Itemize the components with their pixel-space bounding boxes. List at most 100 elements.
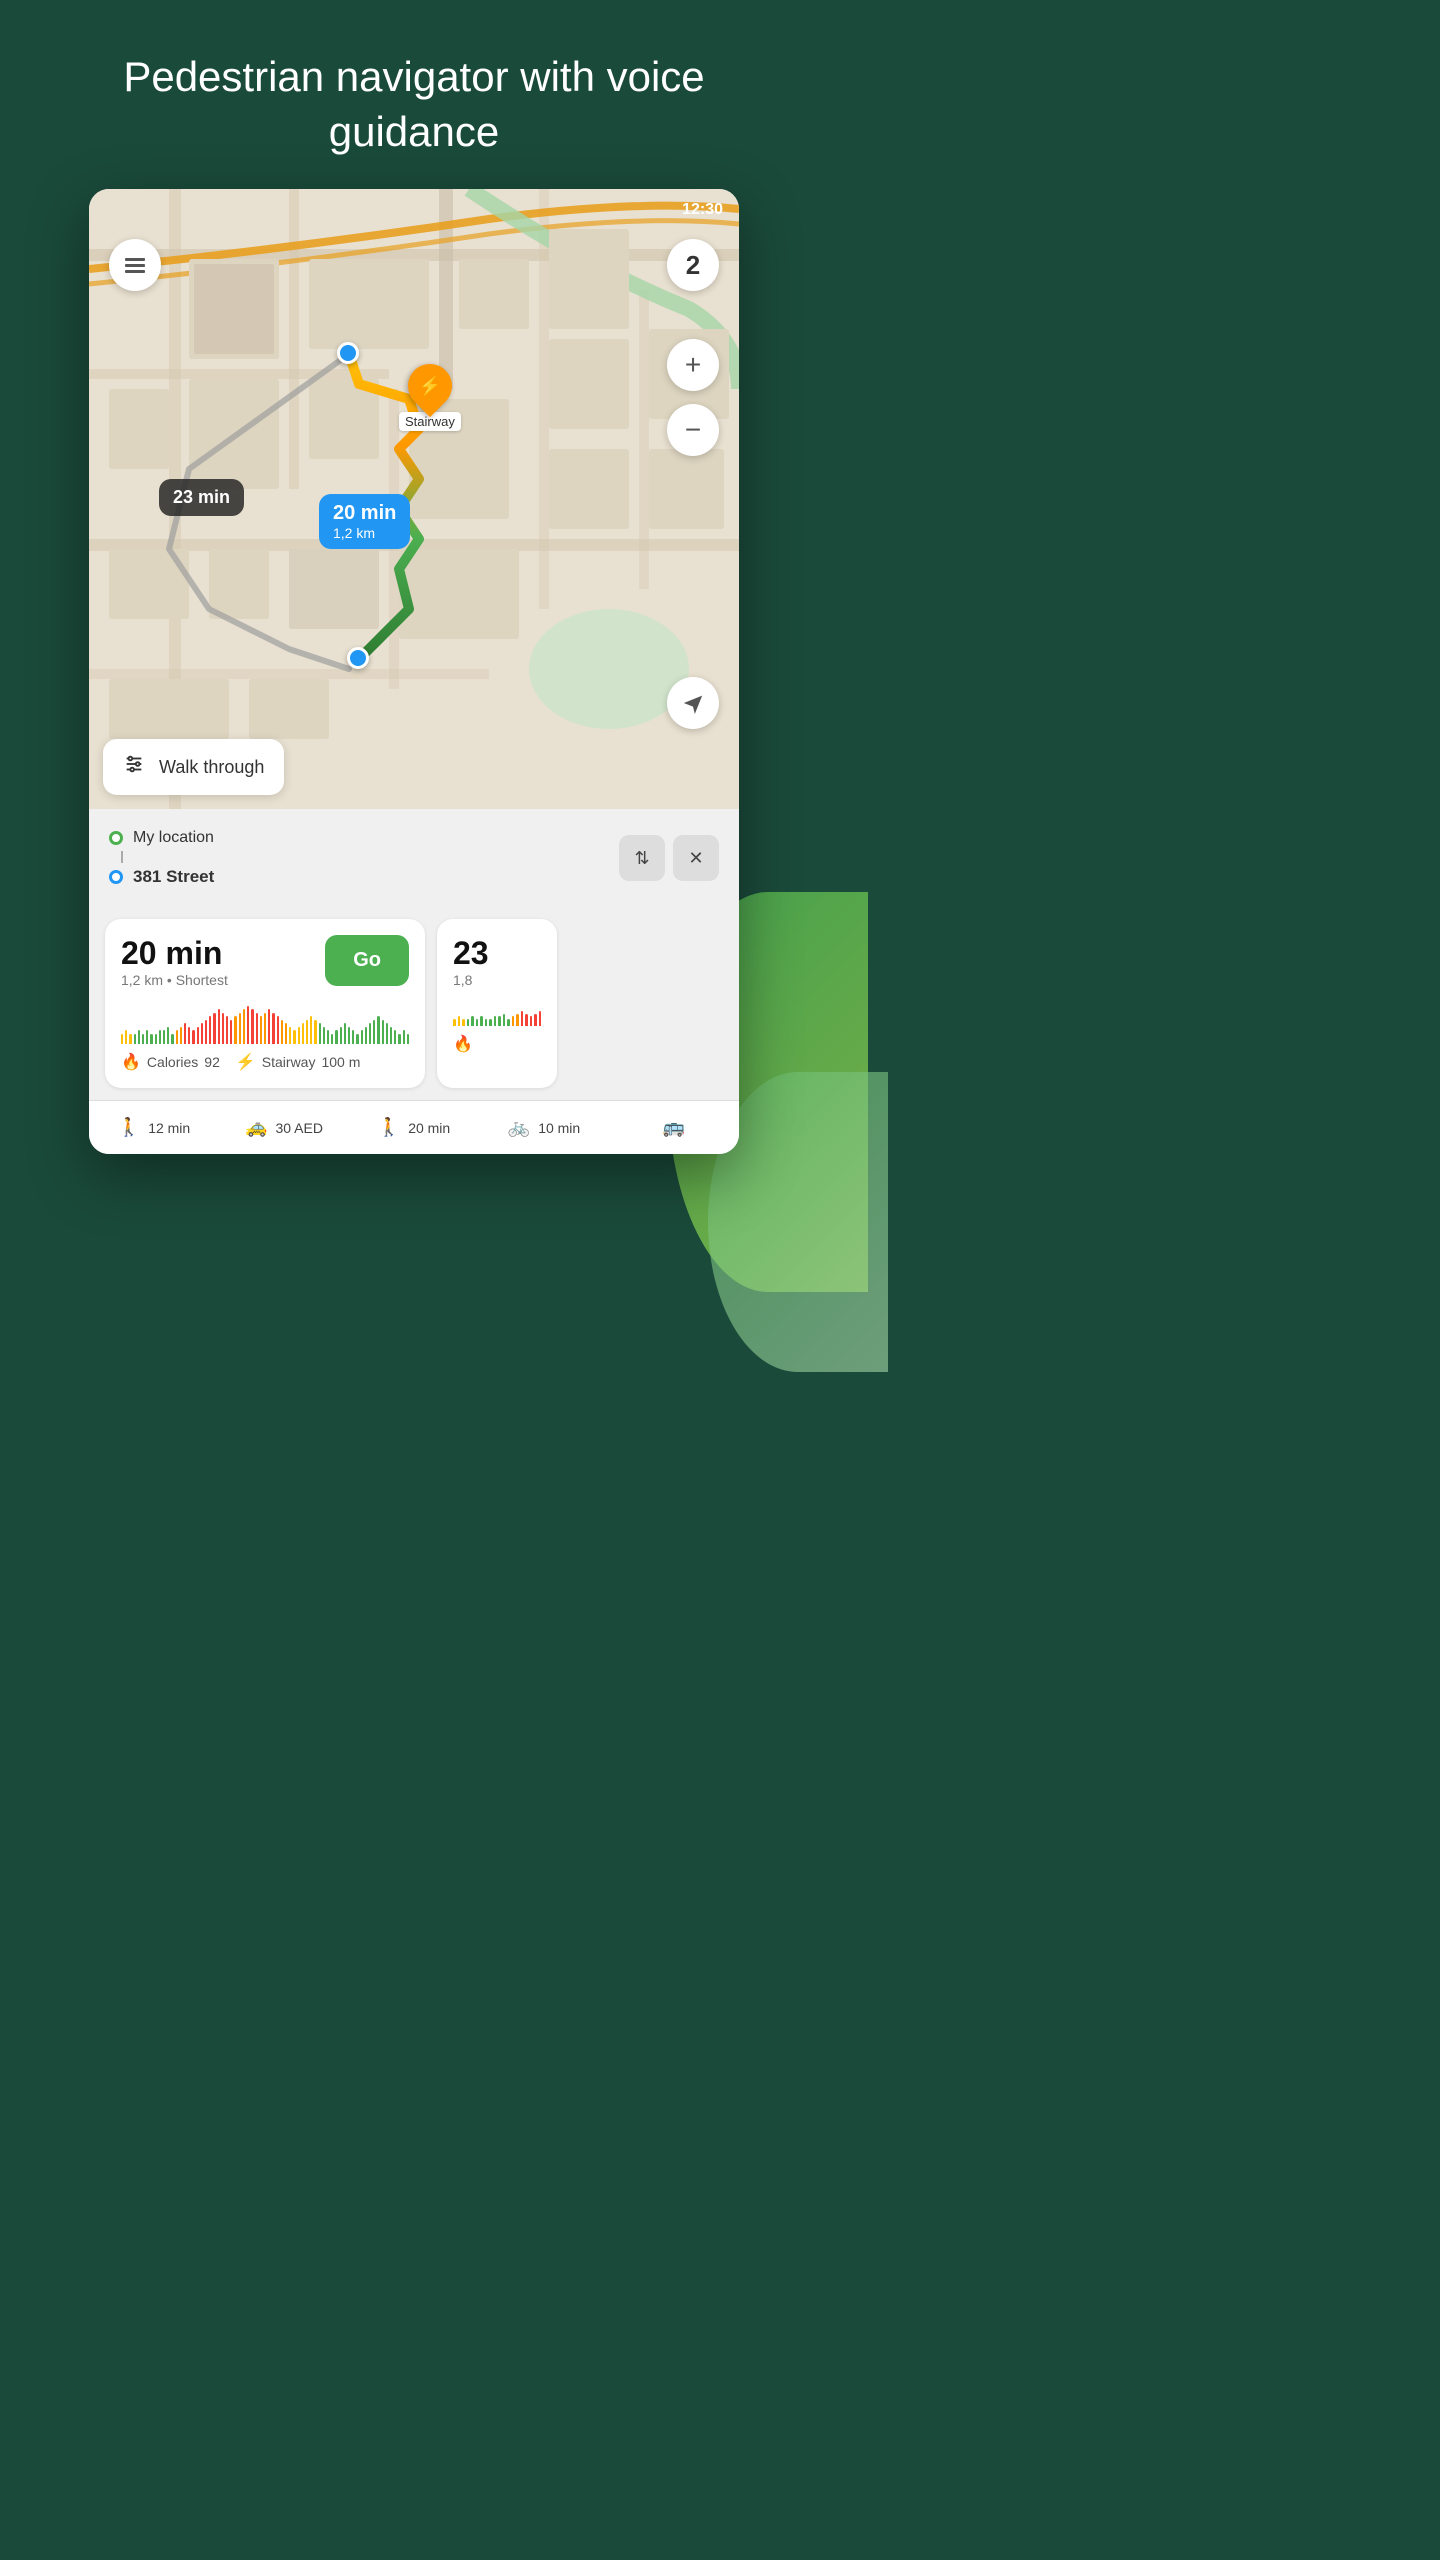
elevation-bar [285,1023,287,1044]
primary-route-info: 1,2 km • Shortest [121,972,228,988]
calories-label: Calories [147,1054,198,1070]
elevation-bar [352,1030,354,1044]
elevation-bar [314,1020,316,1045]
elevation-bar [251,1009,253,1044]
nav-tab-walk[interactable]: 🚶 12 min [89,1117,219,1138]
calories-icon: 🔥 [121,1052,141,1072]
origin-label: My location [133,829,214,847]
primary-route-card[interactable]: 20 min 1,2 km • Shortest Go 🔥 Calories 9… [105,919,425,1088]
elevation-bar [302,1023,304,1044]
close-route-button[interactable]: ✕ [673,835,719,881]
nav-tab-bike[interactable]: 🚲 10 min [479,1117,609,1138]
pedestrian-icon: 🚶 [378,1117,400,1138]
elevation-bar [398,1034,400,1045]
secondary-elevation-bar [534,1014,537,1027]
layers-icon [125,258,145,273]
elevation-bar [171,1034,173,1045]
secondary-elevation-bar [516,1014,519,1027]
elevation-bar [176,1030,178,1044]
walk-through-label: Walk through [159,757,264,778]
elevation-bar [163,1030,165,1044]
elevation-bar [386,1023,388,1044]
secondary-elevation-bar [458,1016,461,1026]
elevation-bar [121,1034,123,1045]
elevation-bar [293,1030,295,1044]
walk-through-button[interactable]: Walk through [103,739,284,795]
elevation-bar [247,1006,249,1045]
swap-route-button[interactable]: ⇅ [619,835,665,881]
secondary-elevation-bar [471,1016,474,1026]
elevation-bar [382,1020,384,1045]
elevation-bar [365,1027,367,1045]
elevation-bar [331,1034,333,1045]
secondary-route-info: 1,8 [453,972,541,988]
map-layers-button[interactable] [109,239,161,291]
nav-tab-taxi[interactable]: 🚕 30 AED [219,1117,349,1138]
elevation-bar [243,1009,245,1044]
route-action-buttons: ⇅ ✕ [619,835,719,881]
elevation-bar [272,1013,274,1045]
zoom-in-button[interactable]: + [667,339,719,391]
my-location-button[interactable] [667,677,719,729]
nav-tab-pedestrian[interactable]: 🚶 20 min [349,1117,479,1138]
stairway-stat-dist: 100 m [321,1054,360,1070]
stairway-stat-label: Stairway [262,1054,316,1070]
calories-item: 🔥 Calories 92 [121,1052,220,1072]
elevation-bar [281,1020,283,1045]
calories-value: 92 [204,1054,220,1070]
go-button[interactable]: Go [325,935,409,986]
taxi-icon: 🚕 [245,1117,267,1138]
destination-dot [109,870,123,884]
bike-time: 10 min [538,1120,580,1136]
elevation-bar [289,1027,291,1045]
secondary-elevation-bar [507,1019,510,1027]
elevation-bar [222,1013,224,1045]
elevation-bar [239,1013,241,1045]
secondary-elevation-bar [494,1016,497,1026]
route-search-panel: My location 381 Street ⇅ ✕ [89,809,739,907]
elevation-bar [213,1013,215,1045]
elevation-bar [197,1027,199,1045]
elevation-bar [344,1023,346,1044]
elevation-bar [125,1030,127,1044]
steps-count-badge[interactable]: 2 [667,239,719,291]
nav-tab-bus[interactable]: 🚌 [609,1117,739,1138]
elevation-bar [209,1016,211,1044]
bus-icon: 🚌 [663,1117,685,1138]
secondary-elevation-bar [512,1016,515,1026]
elevation-bar [201,1023,203,1044]
filter-icon [123,753,145,781]
elevation-bar [310,1016,312,1044]
elevation-bar [192,1030,194,1044]
map-time: 12:30 [682,201,723,219]
elevation-bar [361,1030,363,1044]
elevation-bar [138,1030,140,1044]
elevation-bar [159,1030,161,1044]
elevation-bar [277,1016,279,1044]
destination-label: 381 Street [133,867,214,887]
secondary-route-duration: 23 [453,935,541,972]
zoom-out-button[interactable]: − [667,404,719,456]
taxi-price: 30 AED [275,1120,322,1136]
secondary-elevation-bar [539,1011,542,1026]
elevation-bar [142,1034,144,1045]
stairway-item: ⚡ Stairway 100 m [236,1052,361,1072]
elevation-bar [218,1009,220,1044]
elevation-bar [184,1023,186,1044]
elevation-bar [394,1030,396,1044]
elevation-bar [180,1027,182,1045]
secondary-route-card[interactable]: 23 1,8 🔥 [437,919,557,1088]
main-route-bubble: 20 min 1,2 km [319,494,410,549]
stairway-pin[interactable]: ⚡ Stairway [399,364,461,431]
elevation-bar [340,1027,342,1045]
primary-route-duration: 20 min [121,935,228,972]
walk-icon: 🚶 [118,1117,140,1138]
map-container: 12:30 2 ⚡ Stairway + [89,189,739,809]
secondary-elevation-bar [530,1016,533,1026]
elevation-bar [306,1020,308,1045]
elevation-bar [234,1016,236,1044]
elevation-bar [356,1034,358,1045]
route-connector-line [121,851,123,863]
elevation-bar [377,1016,379,1044]
secondary-elevation-bar [462,1019,465,1027]
